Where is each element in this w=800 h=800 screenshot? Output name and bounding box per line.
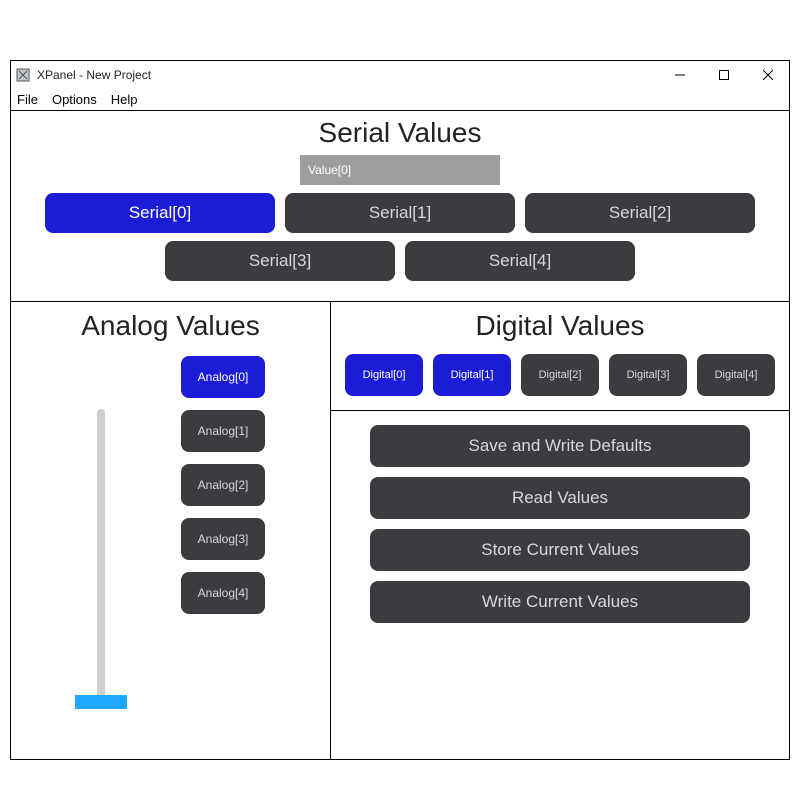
- serial-panel: Serial Values Value[0] Serial[0] Serial[…: [11, 111, 789, 302]
- titlebar: XPanel - New Project: [11, 61, 789, 89]
- serial-button-3[interactable]: Serial[3]: [165, 241, 395, 281]
- analog-button-4[interactable]: Analog[4]: [181, 572, 265, 614]
- digital-button-1[interactable]: Digital[1]: [433, 354, 511, 396]
- save-defaults-button[interactable]: Save and Write Defaults: [370, 425, 750, 467]
- analog-slider[interactable]: [21, 356, 181, 751]
- analog-title: Analog Values: [21, 310, 320, 342]
- read-values-button[interactable]: Read Values: [370, 477, 750, 519]
- serial-title: Serial Values: [11, 117, 789, 149]
- serial-button-2[interactable]: Serial[2]: [525, 193, 755, 233]
- write-current-button[interactable]: Write Current Values: [370, 581, 750, 623]
- serial-button-4[interactable]: Serial[4]: [405, 241, 635, 281]
- digital-button-4[interactable]: Digital[4]: [697, 354, 775, 396]
- serial-button-0[interactable]: Serial[0]: [45, 193, 275, 233]
- serial-button-1[interactable]: Serial[1]: [285, 193, 515, 233]
- digital-panel: Digital Values Digital[0] Digital[1] Dig…: [331, 302, 789, 411]
- menu-file[interactable]: File: [17, 92, 38, 107]
- actions-panel: Save and Write Defaults Read Values Stor…: [331, 411, 789, 759]
- analog-button-0[interactable]: Analog[0]: [181, 356, 265, 398]
- app-icon: [15, 67, 31, 83]
- slider-track: [97, 409, 105, 699]
- close-button[interactable]: [757, 64, 779, 86]
- digital-button-2[interactable]: Digital[2]: [521, 354, 599, 396]
- analog-button-3[interactable]: Analog[3]: [181, 518, 265, 560]
- digital-button-3[interactable]: Digital[3]: [609, 354, 687, 396]
- maximize-button[interactable]: [713, 64, 735, 86]
- menu-options[interactable]: Options: [52, 92, 97, 107]
- store-current-button[interactable]: Store Current Values: [370, 529, 750, 571]
- menu-help[interactable]: Help: [111, 92, 138, 107]
- menubar: File Options Help: [11, 89, 789, 111]
- window-title: XPanel - New Project: [37, 68, 151, 82]
- app-window: XPanel - New Project File Options Help S…: [10, 60, 790, 760]
- analog-button-2[interactable]: Analog[2]: [181, 464, 265, 506]
- analog-button-1[interactable]: Analog[1]: [181, 410, 265, 452]
- digital-title: Digital Values: [341, 310, 779, 342]
- digital-button-0[interactable]: Digital[0]: [345, 354, 423, 396]
- analog-panel: Analog Values Analog[0] Analog[1] Analog…: [11, 302, 331, 759]
- minimize-button[interactable]: [669, 64, 691, 86]
- slider-thumb[interactable]: [75, 695, 127, 709]
- serial-value-display[interactable]: Value[0]: [300, 155, 500, 185]
